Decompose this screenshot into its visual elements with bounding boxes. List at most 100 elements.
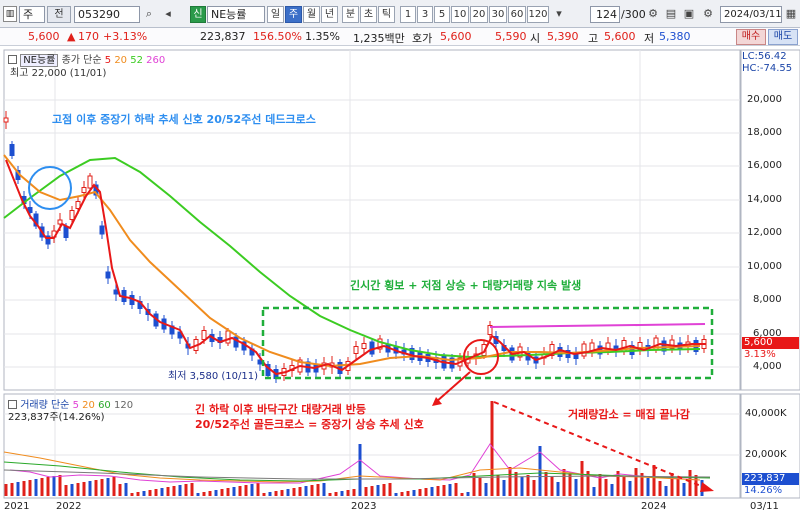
interval-30[interactable]: 30 — [489, 6, 507, 23]
interval-3[interactable]: 3 — [417, 6, 433, 23]
chart-type-icon[interactable]: ▥ — [3, 6, 17, 22]
interval-20[interactable]: 20 — [470, 6, 488, 23]
open-label: 시 — [530, 32, 541, 45]
volume-bar — [514, 472, 518, 496]
volume-bar — [28, 480, 32, 496]
volume-bar — [304, 486, 308, 496]
annotation-dead-cross: 고점 이후 중장기 하락 추세 신호 20/52주선 데드크로스 — [52, 113, 316, 126]
volume-bar — [100, 479, 104, 496]
type-button[interactable]: 전 — [47, 6, 71, 23]
stock-name-field[interactable]: NE능률 — [207, 6, 265, 23]
interval-5[interactable]: 5 — [434, 6, 450, 23]
volume-axis-label: 20,000K — [745, 449, 787, 460]
current-price-tag: 5,600 — [742, 337, 799, 349]
candle-body — [105, 271, 111, 279]
interval-60[interactable]: 60 — [508, 6, 526, 23]
volume-bar — [478, 478, 482, 496]
period-minute[interactable]: 분 — [342, 6, 359, 23]
x-axis-label: 2021 — [4, 501, 30, 512]
volume-bar — [310, 485, 314, 496]
legend-ma52: 52 — [130, 55, 143, 66]
volume-bar — [610, 484, 614, 496]
candle-body — [99, 225, 105, 235]
low-price: 5,380 — [659, 30, 691, 43]
x-axis-label: 2024 — [641, 501, 667, 512]
toolbar: ▥ 주 전 053290 ⌕ ◂ 신 NE능률 일 주 월 년 분 초 틱 1 … — [0, 0, 800, 28]
period-week[interactable]: 주 — [285, 6, 302, 23]
volume-bar — [130, 493, 134, 496]
interval-10[interactable]: 10 — [451, 6, 469, 23]
volume-bar — [442, 485, 446, 496]
volume-bar — [334, 492, 338, 496]
turnover-rate: 1.35% — [305, 30, 340, 43]
volume-bar — [58, 475, 62, 496]
volume-bar — [202, 492, 206, 496]
volume-bar — [154, 489, 158, 496]
ask-price-2: 5,590 — [495, 30, 527, 43]
period-day[interactable]: 일 — [267, 6, 284, 23]
interval-120[interactable]: 120 — [527, 6, 549, 23]
sell-button[interactable]: 매도 — [768, 29, 798, 45]
volume-bar — [520, 477, 524, 496]
save-icon[interactable]: ▣ — [681, 6, 697, 23]
volume-bar — [370, 486, 374, 496]
gear-icon[interactable]: ⚙ — [700, 6, 716, 23]
settings-icon[interactable]: ⚙ — [645, 6, 661, 23]
data-count-input[interactable]: 124 — [590, 6, 620, 23]
volume-value-tag: 223,837 — [742, 473, 799, 485]
volume-bar — [196, 493, 200, 496]
calendar-icon[interactable]: ▦ — [783, 6, 799, 23]
volume-bar — [118, 484, 122, 496]
trade-amount: 1,235백만 — [353, 32, 405, 45]
volume-bar — [448, 484, 452, 496]
volume-bar — [466, 492, 470, 496]
volume-bar — [298, 487, 302, 496]
candle-body — [63, 226, 69, 238]
volume-bar — [664, 486, 668, 496]
volume-bar — [148, 490, 152, 496]
candle-body — [9, 144, 15, 156]
volume-bar — [574, 479, 578, 496]
market-select[interactable]: 주 — [19, 6, 45, 23]
ask-price-1: 5,600 — [440, 30, 472, 43]
volume-bar — [238, 486, 242, 496]
price-axis-label: 20,000 — [747, 94, 782, 105]
price-axis-label: 16,000 — [747, 160, 782, 171]
period-tick[interactable]: 틱 — [378, 6, 395, 23]
volume-bar — [136, 492, 140, 496]
candle-body — [113, 289, 119, 295]
volume-bar — [424, 488, 428, 496]
legend-ma260: 260 — [146, 55, 166, 66]
volume-bar — [376, 485, 380, 496]
volume-bar — [328, 493, 332, 496]
volume-bar — [436, 486, 440, 496]
volume-bar — [634, 468, 638, 496]
period-second[interactable]: 초 — [360, 6, 377, 23]
period-year[interactable]: 년 — [321, 6, 338, 23]
volume-bar — [346, 490, 350, 496]
buy-button[interactable]: 매수 — [736, 29, 766, 45]
search-icon[interactable]: ⌕ — [141, 6, 157, 23]
volume-bar — [526, 475, 530, 496]
volume-bar — [460, 493, 464, 496]
chart-icon[interactable]: ▤ — [663, 6, 679, 23]
volume-bar — [250, 484, 254, 496]
credit-badge: 신 — [190, 6, 206, 23]
current-price: 5,600 — [28, 30, 60, 43]
volume-bar — [10, 483, 14, 496]
volume-bar — [70, 484, 74, 496]
volume-bar — [262, 493, 266, 496]
volume-bar — [412, 490, 416, 496]
volume-bar — [256, 483, 260, 496]
speaker-icon[interactable]: ◂ — [160, 6, 176, 23]
dropdown-icon[interactable]: ▾ — [551, 6, 567, 23]
stock-code-input[interactable]: 053290 — [74, 6, 140, 23]
volume-bar — [394, 493, 398, 496]
date-input[interactable]: 2024/03/11 — [720, 6, 782, 23]
volume-bar — [532, 480, 536, 496]
interval-1[interactable]: 1 — [400, 6, 416, 23]
volume-bar — [4, 484, 8, 496]
volume-bar — [568, 474, 572, 496]
volume-bar — [388, 483, 392, 496]
period-month[interactable]: 월 — [303, 6, 320, 23]
